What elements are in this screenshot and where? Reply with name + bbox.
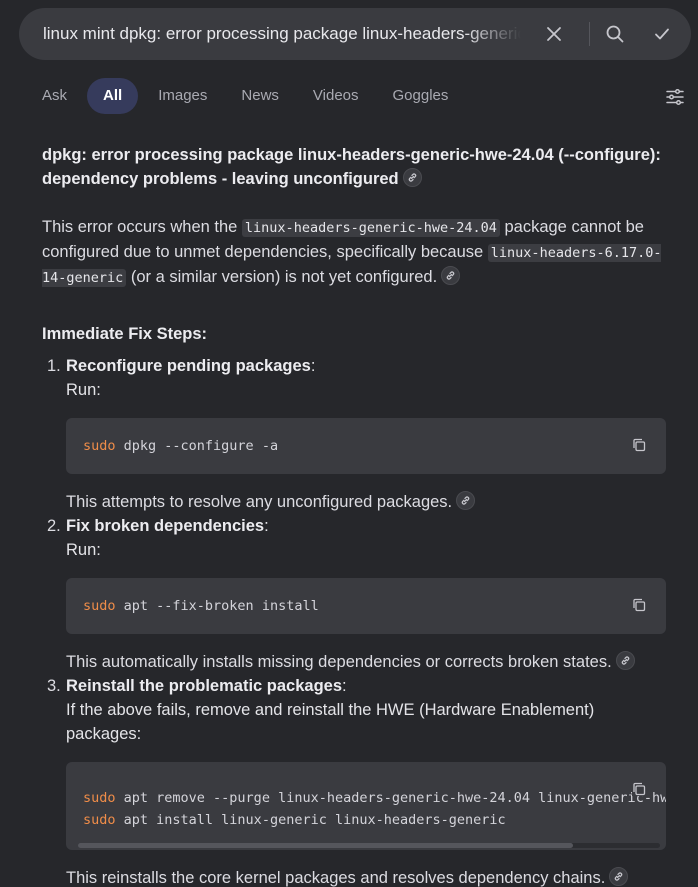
- code-text: apt remove --purge linux-headers-generic…: [115, 790, 666, 806]
- step-colon: :: [310, 357, 316, 375]
- step-run-text: Run:: [66, 541, 101, 559]
- code-keyword: sudo: [83, 812, 116, 828]
- code-keyword: sudo: [83, 438, 116, 454]
- intro-paragraph: This error occurs when the linux-headers…: [42, 215, 666, 290]
- step-result-label: This attempts to resolve any unconfigure…: [66, 493, 453, 511]
- step-result-label: This automatically installs missing depe…: [66, 653, 612, 671]
- step-result-text: This attempts to resolve any unconfigure…: [66, 490, 666, 514]
- list-item: 1. Reconfigure pending packages: Run: su…: [42, 354, 666, 514]
- intro-text-3: (or a similar version) is not yet config…: [126, 268, 438, 286]
- list-item: 2. Fix broken dependencies: Run: sudo ap…: [42, 514, 666, 674]
- step-run-text: Run:: [66, 381, 101, 399]
- link-icon[interactable]: [456, 491, 476, 511]
- answer-content: dpkg: error processing package linux-hea…: [42, 143, 666, 887]
- copy-icon[interactable]: [632, 436, 648, 452]
- link-icon[interactable]: [609, 867, 629, 887]
- list-item: 3. Reinstall the problematic packages: I…: [42, 674, 666, 887]
- intro-text-1: This error occurs when the: [42, 218, 242, 236]
- code-block: sudo apt --fix-broken install: [66, 578, 666, 634]
- answer-heading: dpkg: error processing package linux-hea…: [42, 143, 666, 191]
- copy-icon[interactable]: [632, 780, 648, 796]
- step-title: Reconfigure pending packages: [66, 357, 311, 375]
- answer-heading-text: dpkg: error processing package linux-hea…: [42, 146, 661, 188]
- step-title: Fix broken dependencies: [66, 517, 265, 535]
- sliders-icon[interactable]: [662, 84, 688, 110]
- check-icon[interactable]: [648, 20, 676, 48]
- step-number: 2.: [47, 517, 61, 535]
- code-block: sudo dpkg --configure -a: [66, 418, 666, 474]
- code-text: apt --fix-broken install: [115, 598, 319, 614]
- tab-images[interactable]: Images: [144, 78, 221, 114]
- tab-videos[interactable]: Videos: [299, 78, 373, 114]
- section-title: Immediate Fix Steps:: [42, 325, 208, 343]
- code-keyword: sudo: [83, 790, 116, 806]
- step-colon: :: [264, 517, 269, 535]
- copy-icon[interactable]: [632, 596, 648, 612]
- code-block: sudo apt remove --purge linux-headers-ge…: [66, 762, 666, 850]
- scrollbar-thumb[interactable]: [78, 843, 573, 848]
- step-number: 1.: [47, 357, 61, 375]
- code-line: sudo dpkg --configure -a: [83, 435, 649, 457]
- code-text: dpkg --configure -a: [115, 438, 279, 454]
- code-line: sudo apt remove --purge linux-headers-ge…: [83, 787, 666, 809]
- step-number: 3.: [47, 677, 61, 695]
- search-divider: [589, 22, 590, 46]
- step-colon: :: [342, 677, 347, 695]
- tab-goggles[interactable]: Goggles: [379, 78, 463, 114]
- step-result-text: This automatically installs missing depe…: [66, 650, 666, 674]
- horizontal-scrollbar[interactable]: [78, 843, 660, 848]
- link-icon[interactable]: [402, 168, 422, 188]
- tab-all[interactable]: All: [87, 78, 139, 114]
- step-result-label: This reinstalls the core kernel packages…: [66, 869, 606, 887]
- search-icon[interactable]: [601, 20, 629, 48]
- step-run-text: If the above fails, remove and reinstall…: [66, 701, 595, 743]
- search-bar: linux mint dpkg: error processing packag…: [19, 8, 691, 60]
- search-input[interactable]: linux mint dpkg: error processing packag…: [43, 8, 521, 60]
- code-keyword: sudo: [83, 598, 116, 614]
- link-icon[interactable]: [441, 266, 461, 286]
- tab-news[interactable]: News: [227, 78, 293, 114]
- step-title: Reinstall the problematic packages: [66, 677, 343, 695]
- link-icon[interactable]: [615, 651, 635, 671]
- close-icon[interactable]: [540, 20, 568, 48]
- inline-code-package: linux-headers-generic-hwe-24.04: [241, 219, 500, 237]
- code-line: sudo apt --fix-broken install: [83, 595, 649, 617]
- steps-list: 1. Reconfigure pending packages: Run: su…: [42, 354, 666, 887]
- result-tabs: Ask All Images News Videos Goggles: [28, 78, 468, 114]
- code-text: apt install linux-generic linux-headers-…: [115, 812, 506, 828]
- step-result-text: This reinstalls the core kernel packages…: [66, 866, 666, 887]
- code-line: sudo apt install linux-generic linux-hea…: [83, 809, 649, 831]
- tab-ask[interactable]: Ask: [28, 78, 81, 114]
